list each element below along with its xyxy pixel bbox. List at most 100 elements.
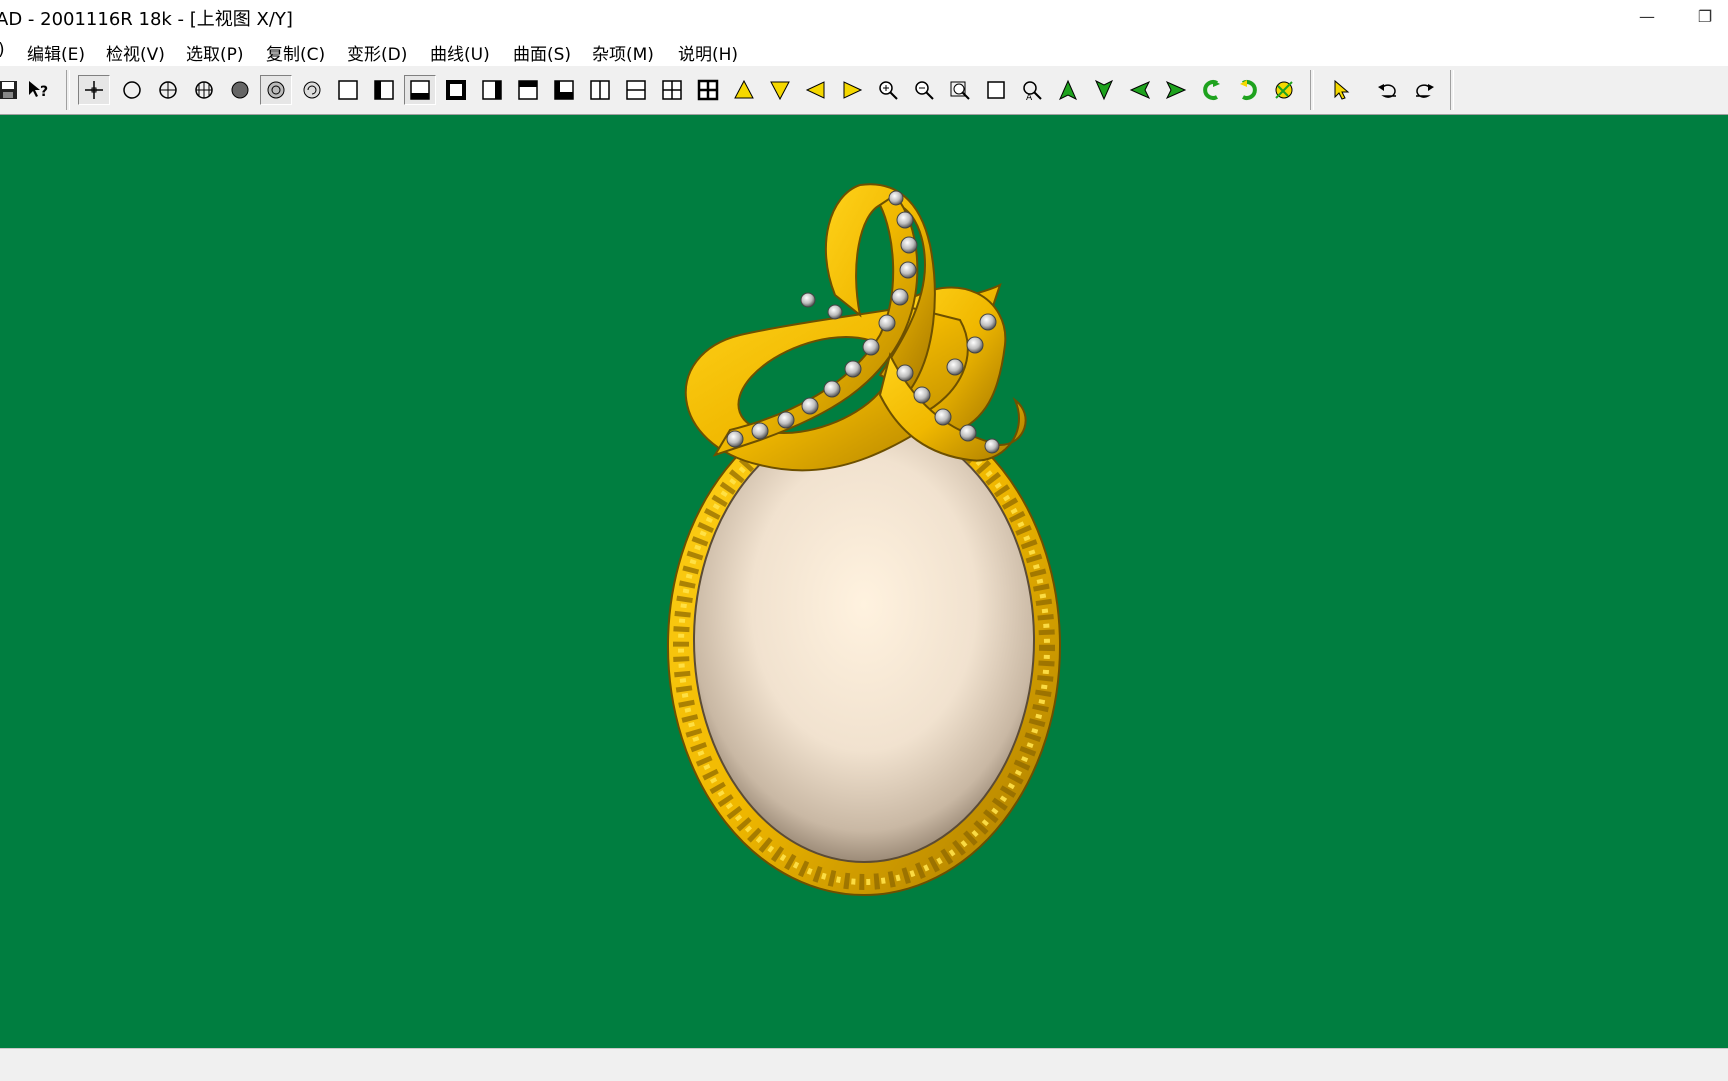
rotate-left-button[interactable]: [1124, 75, 1156, 105]
diamond: [896, 211, 914, 229]
toolbar: ? A: [0, 66, 1728, 115]
point-snap-button[interactable]: [78, 75, 110, 105]
rotate-cw-button[interactable]: [1232, 75, 1264, 105]
solid-dot-button[interactable]: [224, 75, 256, 105]
four-view-bold-button[interactable]: [692, 75, 724, 105]
minimize-button[interactable]: —: [1624, 2, 1670, 30]
redo-button[interactable]: [1408, 75, 1440, 105]
solid-dot-icon: [231, 81, 249, 99]
ribbon-bail: [684, 183, 1027, 472]
top-view-viewport[interactable]: [0, 115, 1728, 1048]
redo-icon: [1416, 84, 1434, 98]
bottom-view-button[interactable]: [404, 75, 436, 105]
zoom-window-icon: [950, 81, 970, 100]
zoom-all-icon: A: [1023, 81, 1042, 102]
zoom-out-button[interactable]: [908, 75, 940, 105]
rotate-ccw-button[interactable]: [1196, 75, 1228, 105]
diamond: [896, 364, 914, 382]
diamond: [801, 397, 819, 415]
move-right-button[interactable]: [836, 75, 868, 105]
svg-text:A: A: [1026, 93, 1033, 102]
move-up-button[interactable]: [728, 75, 760, 105]
split-horizontal-button[interactable]: [620, 75, 652, 105]
rotate-up-button[interactable]: [1052, 75, 1084, 105]
move-up-icon: [734, 79, 754, 99]
zoom-frame-button[interactable]: [980, 75, 1012, 105]
diamond: [827, 304, 843, 320]
toolbar-separator: [66, 70, 70, 110]
render-button[interactable]: [1268, 75, 1300, 105]
menu-misc[interactable]: 杂项(M): [592, 40, 654, 65]
status-bar: [0, 1048, 1728, 1081]
diamond: [934, 408, 952, 426]
zoom-all-button[interactable]: A: [1016, 75, 1048, 105]
diamond: [888, 190, 904, 206]
menu-select[interactable]: 选取(P): [186, 40, 244, 65]
menu-help[interactable]: 说明(H): [678, 40, 738, 65]
diamond: [726, 430, 744, 448]
rotate-right-icon: [1165, 80, 1187, 100]
grid-snap-button[interactable]: [188, 75, 220, 105]
rotate-down-icon: [1094, 79, 1114, 101]
zoom-out-icon: [915, 81, 934, 100]
svg-text:?: ?: [40, 84, 48, 100]
bottom-view-icon: [410, 80, 430, 100]
single-view-icon: [338, 80, 358, 100]
circle-snap-button[interactable]: [116, 75, 148, 105]
grid-snap-icon: [195, 81, 213, 99]
context-help-button[interactable]: ?: [22, 75, 54, 105]
render-icon: [1275, 81, 1293, 99]
top-view-icon: [518, 80, 538, 100]
zoom-window-button[interactable]: [944, 75, 976, 105]
rotate-right-button[interactable]: [1160, 75, 1192, 105]
frame-view-button[interactable]: [440, 75, 472, 105]
diamond: [800, 292, 816, 308]
zoom-in-icon: [879, 81, 898, 100]
move-left-button[interactable]: [800, 75, 832, 105]
menu-item-partial[interactable]: ): [0, 40, 5, 60]
menu-curve[interactable]: 曲线(U): [430, 40, 490, 65]
single-view-button[interactable]: [332, 75, 364, 105]
restore-button[interactable]: ❐: [1682, 2, 1728, 30]
diamond: [891, 288, 909, 306]
rotate-left-icon: [1129, 80, 1151, 100]
move-down-button[interactable]: [764, 75, 796, 105]
select-button[interactable]: [1326, 75, 1358, 105]
menu-view[interactable]: 检视(V): [106, 40, 165, 65]
four-view-button[interactable]: [656, 75, 688, 105]
refresh-circle-icon: [303, 81, 321, 99]
split-vertical-icon: [590, 80, 610, 100]
menu-transform[interactable]: 变形(D): [347, 40, 407, 65]
diamond: [823, 380, 841, 398]
right-view-button[interactable]: [476, 75, 508, 105]
zoom-in-button[interactable]: [872, 75, 904, 105]
frame-view-icon: [446, 80, 466, 100]
shaded-dot-button[interactable]: [260, 75, 292, 105]
bottom-panel-button[interactable]: [548, 75, 580, 105]
oval-cabochon-stone: [693, 417, 1035, 863]
move-right-icon: [843, 81, 863, 99]
diamond: [751, 422, 769, 440]
left-view-button[interactable]: [368, 75, 400, 105]
menu-edit[interactable]: 编辑(E): [27, 40, 85, 65]
center-snap-button[interactable]: [152, 75, 184, 105]
menu-copy[interactable]: 复制(C): [266, 40, 325, 65]
title-bar: AD - 2001116R 18k - [上视图 X/Y] — ❐: [0, 0, 1728, 32]
split-vertical-button[interactable]: [584, 75, 616, 105]
move-down-icon: [770, 81, 790, 101]
undo-icon: [1378, 84, 1396, 98]
undo-button[interactable]: [1372, 75, 1404, 105]
save-button[interactable]: [0, 75, 24, 105]
toolbar-separator: [1310, 70, 1314, 110]
diamond: [862, 338, 880, 356]
left-view-icon: [374, 80, 394, 100]
refresh-circle-button[interactable]: [296, 75, 328, 105]
shaded-dot-icon: [267, 81, 285, 99]
point-snap-icon: [85, 81, 103, 99]
rotate-down-button[interactable]: [1088, 75, 1120, 105]
right-view-icon: [482, 80, 502, 100]
menu-surface[interactable]: 曲面(S): [513, 40, 571, 65]
top-view-button[interactable]: [512, 75, 544, 105]
context-help-icon: ?: [29, 81, 48, 100]
circle-snap-icon: [123, 81, 141, 99]
